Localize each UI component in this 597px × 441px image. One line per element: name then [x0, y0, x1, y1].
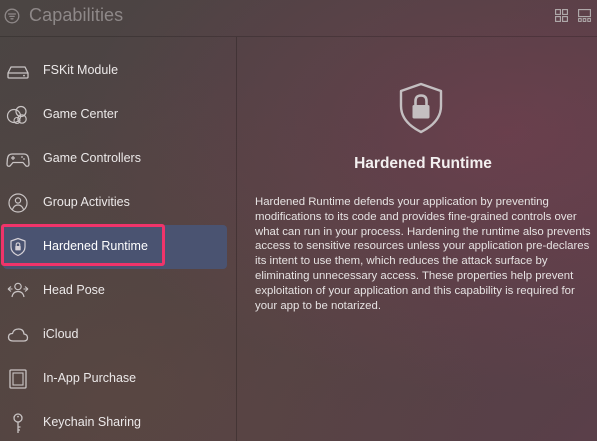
sidebar-item-label: Hardened Runtime	[43, 239, 148, 253]
sidebar-item-game-center[interactable]: Game Center	[0, 93, 236, 137]
sidebar-item-label: Group Activities	[43, 195, 130, 209]
in-app-purchase-icon	[6, 368, 30, 390]
sidebar-item-group-activities[interactable]: Group Activities	[0, 181, 236, 225]
sidebar-item-label: Game Center	[43, 107, 119, 121]
capabilities-list: FSKit Module Game Center Game Controller…	[0, 37, 236, 441]
capability-description: Hardened Runtime defends your applicatio…	[255, 196, 591, 312]
head-pose-icon	[6, 280, 30, 302]
gallery-view-icon[interactable]	[578, 9, 591, 22]
lock-shield-icon	[398, 82, 444, 134]
sidebar-item-label: Keychain Sharing	[43, 415, 141, 429]
sidebar-item-fskit-module[interactable]: FSKit Module	[0, 49, 236, 93]
capability-detail-panel: Hardened Runtime Hardened Runtime defend…	[237, 37, 597, 441]
key-icon	[6, 412, 30, 434]
sidebar-item-game-controllers[interactable]: Game Controllers	[0, 137, 236, 181]
filter-circle-icon[interactable]	[4, 8, 20, 24]
sidebar-item-hardened-runtime[interactable]: Hardened Runtime	[0, 224, 236, 269]
capabilities-header: Capabilities	[0, 0, 597, 34]
sidebar-item-label: FSKit Module	[43, 63, 119, 77]
sidebar-item-label: iCloud	[43, 327, 79, 341]
group-activities-icon	[6, 192, 30, 214]
cloud-icon	[6, 324, 30, 346]
grid-view-icon[interactable]	[555, 9, 568, 22]
page-title: Capabilities	[29, 5, 124, 25]
sidebar-item-head-pose[interactable]: Head Pose	[0, 269, 236, 313]
game-center-icon	[6, 104, 30, 126]
sidebar-item-label: Head Pose	[43, 283, 105, 297]
drive-icon	[6, 60, 30, 82]
sidebar-item-label: Game Controllers	[43, 151, 141, 165]
sidebar-item-icloud[interactable]: iCloud	[0, 313, 236, 357]
game-controller-icon	[6, 148, 30, 170]
sidebar-item-in-app-purchase[interactable]: In-App Purchase	[0, 357, 236, 401]
sidebar-item-keychain-sharing[interactable]: Keychain Sharing	[0, 401, 236, 441]
lock-shield-icon	[6, 236, 30, 258]
capabilities-window: Capabilities FSKit Module Game Center Ga…	[0, 0, 597, 441]
sidebar-item-label: In-App Purchase	[43, 371, 137, 385]
capability-title: Hardened Runtime	[354, 155, 492, 172]
